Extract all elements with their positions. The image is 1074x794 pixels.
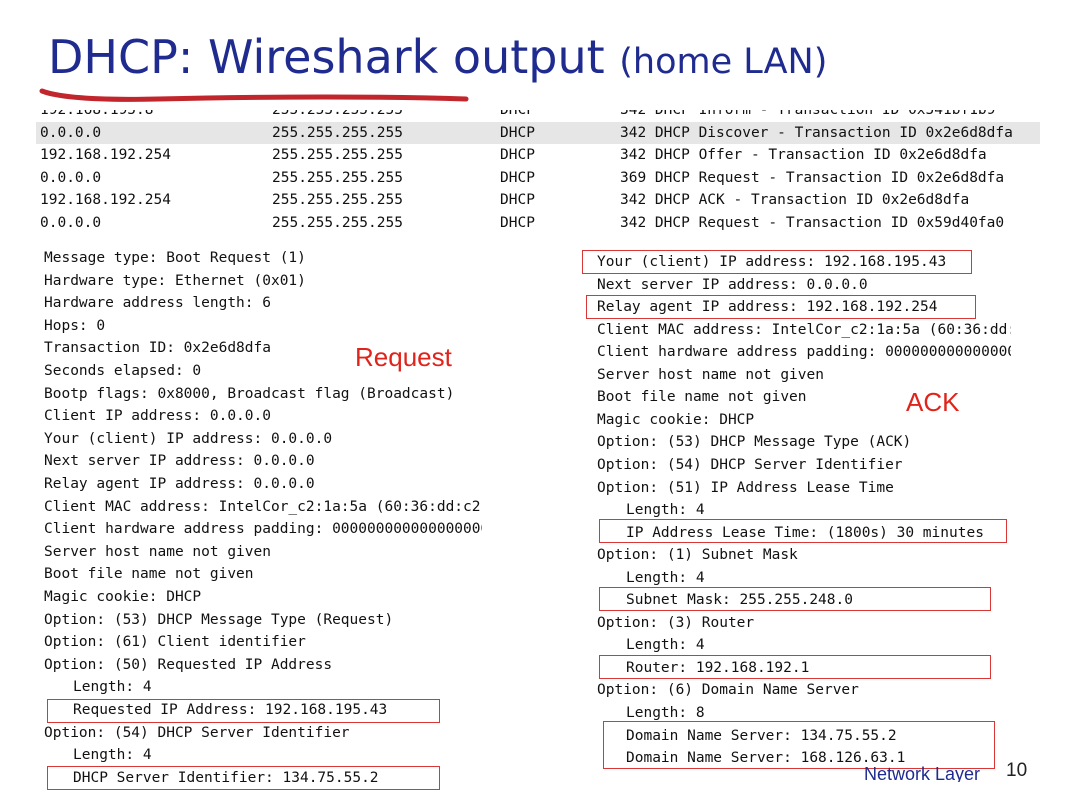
packet-info: 342 DHCP Discover - Transaction ID 0x2e6…: [620, 124, 1013, 141]
packet-source: 192.168.192.254: [40, 192, 171, 209]
packet-source: 0.0.0.0: [40, 215, 102, 231]
detail-line[interactable]: Relay agent IP address: 0.0.0.0: [44, 473, 315, 495]
packet-protocol: DHCP: [500, 110, 535, 118]
detail-line[interactable]: Next server IP address: 0.0.0.0: [44, 450, 315, 472]
highlight-request-server-id: [47, 766, 440, 790]
packet-row[interactable]: 0.0.0.0 255.255.255.255 DHCP 342 DHCP Disco…: [36, 121, 1040, 144]
detail-line[interactable]: Client MAC address: IntelCor_c2:1a:5a (6…: [44, 496, 482, 518]
detail-line[interactable]: Option: (50) Requested IP Address: [44, 654, 332, 676]
detail-line[interactable]: Client MAC address: IntelCor_c2:1a:5a (6…: [597, 319, 1011, 341]
packet-info: 342 DHCP Inform - Transaction ID 0x541bf…: [620, 110, 996, 118]
detail-line[interactable]: Your (client) IP address: 0.0.0.0: [44, 428, 332, 450]
packet-row[interactable]: 192.168.192.254 255.255.255.255 DHCP 342 DH…: [36, 144, 1040, 166]
detail-line[interactable]: Client IP address: 0.0.0.0: [44, 405, 271, 427]
packet-protocol: DHCP: [500, 215, 535, 231]
packet-destination: 255.255.255.255: [272, 169, 403, 186]
detail-line[interactable]: Client hardware address padding: 0000000…: [597, 341, 1011, 363]
detail-line[interactable]: Server host name not given: [44, 541, 271, 563]
detail-line[interactable]: Server host name not given: [597, 364, 824, 386]
packet-destination: 255.255.255.255: [272, 192, 403, 209]
ack-label: ACK: [906, 387, 960, 417]
highlight-your-ip: [582, 250, 972, 274]
slide-title-sub: (home LAN): [619, 42, 828, 82]
packet-protocol: DHCP: [500, 192, 535, 209]
detail-line[interactable]: Seconds elapsed: 0: [44, 360, 201, 382]
page-number: 10: [1006, 760, 1028, 781]
packet-destination: 255.255.255.255: [272, 110, 403, 118]
detail-line[interactable]: Length: 4: [626, 634, 705, 656]
slide-title: DHCP: Wireshark output (home LAN): [48, 30, 827, 84]
detail-line[interactable]: Next server IP address: 0.0.0.0: [597, 274, 868, 296]
packet-protocol: DHCP: [500, 147, 535, 164]
footer-label: Network Layer: [864, 764, 981, 782]
packet-info: 342 DHCP ACK - Transaction ID 0x2e6d8dfa: [620, 192, 970, 209]
detail-line[interactable]: Option: (6) Domain Name Server: [597, 679, 859, 701]
detail-line[interactable]: Option: (54) DHCP Server Identifier: [44, 722, 350, 744]
packet-info: 342 DHCP Request - Transaction ID 0x59d4…: [620, 215, 1005, 231]
detail-line[interactable]: Client hardware address padding: 0000000…: [44, 518, 482, 540]
detail-line[interactable]: Bootp flags: 0x8000, Broadcast flag (Bro…: [44, 383, 454, 405]
detail-line[interactable]: Hardware address length: 6: [44, 292, 271, 314]
request-label: Request: [355, 342, 452, 372]
packet-row[interactable]: 0.0.0.0 255.255.255.255 DHCP 369 DHCP Reque…: [36, 167, 1040, 189]
detail-line[interactable]: Boot file name not given: [597, 386, 807, 408]
packet-source: 0.0.0.0: [40, 124, 102, 141]
highlight-relay-agent: [586, 295, 976, 319]
slide-title-main: DHCP: Wireshark output: [48, 30, 605, 84]
detail-line[interactable]: Hops: 0: [44, 315, 105, 337]
packet-source: 192.168.195.8: [40, 110, 154, 118]
packet-row[interactable]: 192.168.195.8 255.255.255.255 DHCP 342 DHCP…: [36, 110, 1040, 121]
detail-line[interactable]: Option: (3) Router: [597, 612, 754, 634]
detail-line[interactable]: Message type: Boot Request (1): [44, 247, 306, 269]
detail-line[interactable]: Option: (51) IP Address Lease Time: [597, 477, 894, 499]
detail-line[interactable]: Magic cookie: DHCP: [44, 586, 201, 608]
detail-line[interactable]: Option: (54) DHCP Server Identifier: [597, 454, 903, 476]
title-underline: [39, 88, 469, 102]
packet-destination: 255.255.255.255: [272, 124, 403, 141]
detail-line[interactable]: Length: 4: [73, 744, 152, 766]
highlight-requested-ip: [47, 699, 440, 723]
packet-protocol: DHCP: [500, 124, 535, 141]
packet-info: 342 DHCP Offer - Transaction ID 0x2e6d8d…: [620, 147, 987, 164]
detail-line[interactable]: Length: 4: [626, 499, 705, 521]
packet-destination: 255.255.255.255: [272, 147, 403, 164]
packet-source: 0.0.0.0: [40, 169, 102, 186]
detail-line[interactable]: Boot file name not given: [44, 563, 254, 585]
ack-packet-details: Your (client) IP address: 192.168.195.43…: [597, 251, 1011, 771]
detail-line[interactable]: Option: (53) DHCP Message Type (ACK): [597, 431, 911, 453]
packet-source: 192.168.192.254: [40, 147, 171, 164]
highlight-lease-time: [599, 519, 1007, 543]
packet-destination: 255.255.255.255: [272, 215, 403, 231]
detail-line[interactable]: Length: 4: [626, 567, 705, 589]
detail-line[interactable]: Option: (61) Client identifier: [44, 631, 306, 653]
highlight-router: [599, 655, 991, 679]
footer-text: Network Layer: [864, 756, 994, 782]
detail-line[interactable]: Hardware type: Ethernet (0x01): [44, 270, 306, 292]
packet-info: 369 DHCP Request - Transaction ID 0x2e6d…: [620, 169, 1005, 186]
highlight-subnet-mask: [599, 587, 991, 611]
detail-line[interactable]: Transaction ID: 0x2e6d8dfa: [44, 337, 271, 359]
detail-line[interactable]: Option: (53) DHCP Message Type (Request): [44, 609, 393, 631]
detail-line[interactable]: Magic cookie: DHCP: [597, 409, 754, 431]
packet-list: 192.168.195.8 255.255.255.255 DHCP 342 DHCP…: [36, 110, 1040, 247]
packet-protocol: DHCP: [500, 169, 535, 186]
packet-row[interactable]: 0.0.0.0 255.255.255.255 DHCP 342 DHCP Reque…: [36, 212, 1040, 234]
detail-line[interactable]: Option: (1) Subnet Mask: [597, 544, 798, 566]
detail-line[interactable]: Length: 4: [73, 676, 152, 698]
packet-row[interactable]: 192.168.192.254 255.255.255.255 DHCP 342 DH…: [36, 189, 1040, 211]
